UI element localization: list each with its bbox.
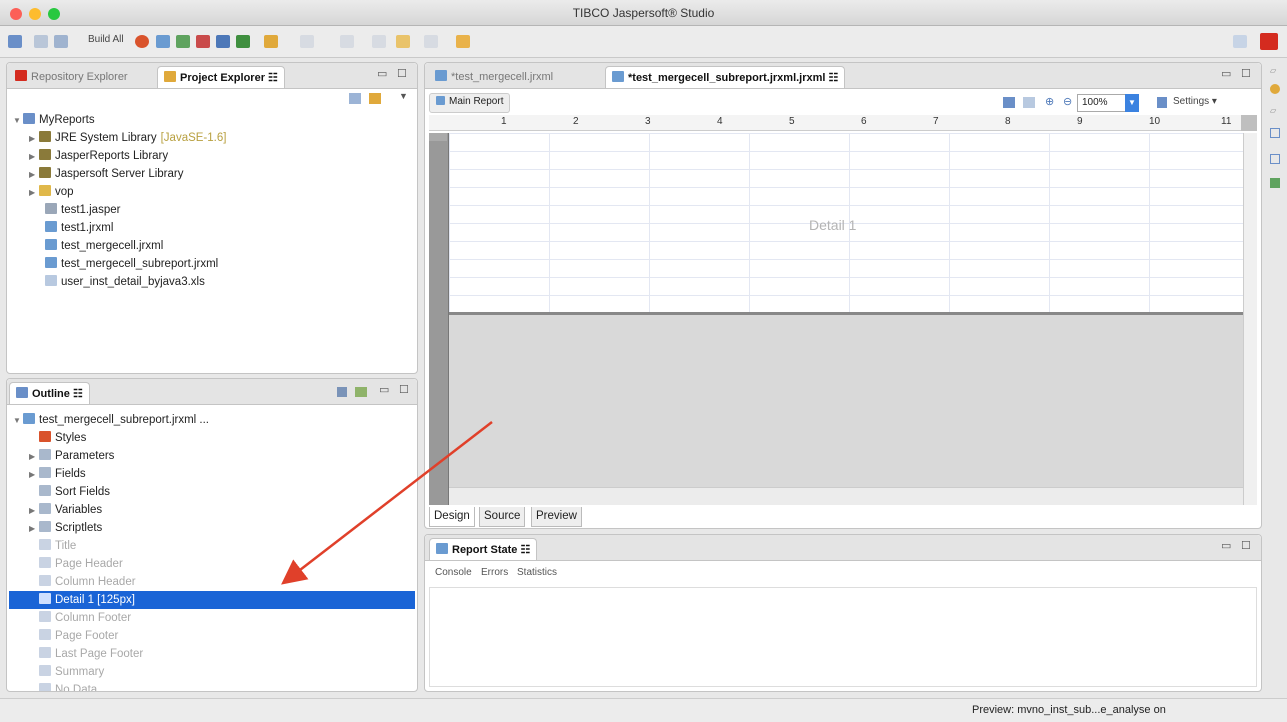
status-bar: Preview: mvno_inst_sub...e_analyse on	[0, 698, 1287, 722]
status-text: Preview: mvno_inst_sub...e_analyse on	[972, 704, 1166, 716]
annotation-arrow	[281, 421, 493, 585]
